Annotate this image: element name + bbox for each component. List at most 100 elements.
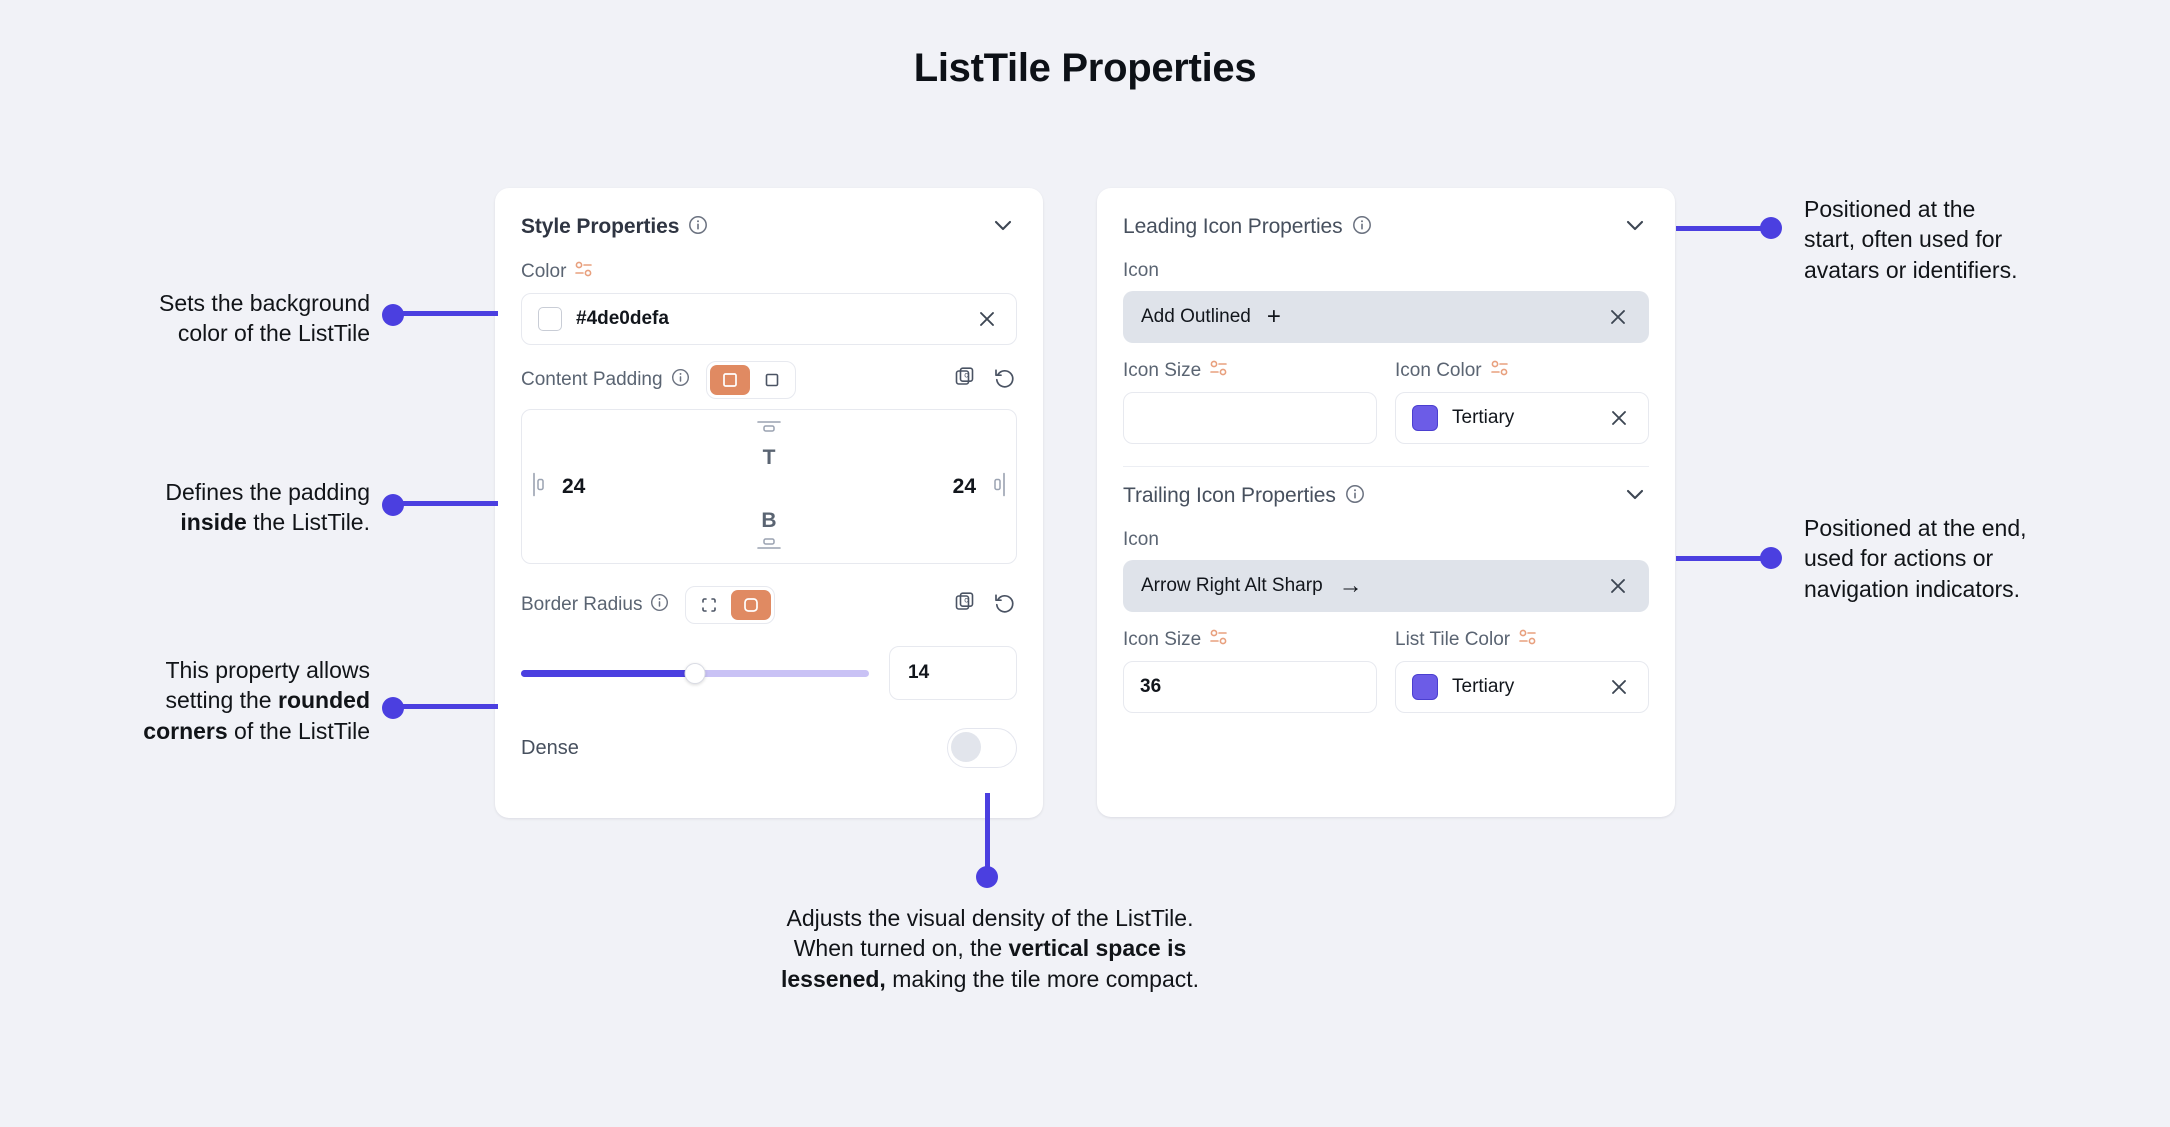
info-icon[interactable] <box>1352 215 1372 240</box>
annotation-dense-tail: making the tile more compact. <box>885 965 1200 992</box>
annotation-radius-bold2: corners <box>143 717 228 744</box>
content-padding-label: Content Padding <box>521 369 663 390</box>
trailing-icon-properties-header[interactable]: Trailing Icon Properties <box>1123 479 1649 513</box>
padding-mode-individual[interactable] <box>752 365 792 395</box>
leading-icon-properties-title: Leading Icon Properties <box>1123 215 1343 238</box>
padding-bottom-label: B <box>761 509 777 532</box>
trailing-icon-size-label: Icon Size <box>1123 629 1202 650</box>
padding-left-handle-icon[interactable] <box>532 471 546 502</box>
list-tile-color-swatch[interactable] <box>1412 674 1438 700</box>
annotation-connector-color <box>393 311 498 316</box>
slider-knob[interactable] <box>684 662 706 684</box>
padding-right-handle-icon[interactable] <box>992 471 1006 502</box>
chevron-down-icon[interactable] <box>1621 480 1649 513</box>
trailing-icon-properties-title: Trailing Icon Properties <box>1123 484 1336 507</box>
list-tile-color-input[interactable]: Tertiary <box>1395 661 1649 713</box>
svg-text:c: c <box>964 596 968 605</box>
annotation-trailing-line1: Positioned at the end, <box>1804 515 2027 541</box>
tune-icon[interactable] <box>1490 359 1510 383</box>
radius-mode-all-corners[interactable] <box>731 590 772 620</box>
annotation-dot-leading <box>1760 217 1782 239</box>
chevron-down-icon[interactable] <box>1621 211 1649 244</box>
info-icon[interactable] <box>650 593 669 618</box>
padding-mode-segmented-control[interactable] <box>705 361 796 399</box>
trailing-icon-sub-fields: Icon Size 36 List Tile Color Tertiary <box>1123 612 1649 713</box>
leading-icon-chip[interactable]: Add Outlined + <box>1123 291 1649 343</box>
color-label-row: Color <box>521 260 1017 284</box>
leading-icon-size-input[interactable] <box>1123 392 1377 444</box>
annotation-leading: Positioned at the start, often used for … <box>1804 194 2144 285</box>
copy-icon[interactable]: c <box>953 590 977 620</box>
annotation-trailing: Positioned at the end, used for actions … <box>1804 513 2144 604</box>
add-icon: + <box>1266 303 1281 330</box>
annotation-connector-padding <box>393 501 498 506</box>
color-input[interactable]: #4de0defa <box>521 293 1017 345</box>
tune-icon[interactable] <box>1209 628 1229 652</box>
leading-icon-field-label-row: Icon <box>1123 260 1649 282</box>
radius-mode-segmented-control[interactable] <box>685 586 776 624</box>
svg-text:c: c <box>964 371 968 380</box>
chevron-down-icon[interactable] <box>989 211 1017 244</box>
border-radius-value-input[interactable]: 14 <box>889 646 1017 700</box>
annotation-padding: Defines the padding inside the ListTile. <box>70 477 370 538</box>
clear-trailing-icon-icon[interactable] <box>1605 573 1631 599</box>
padding-visual-box[interactable]: T B 24 24 <box>521 409 1017 564</box>
annotation-radius-line1: This property allows <box>165 657 370 683</box>
leading-icon-color-input[interactable]: Tertiary <box>1395 392 1649 444</box>
border-radius-row: Border Radius c <box>521 586 1017 624</box>
trailing-icon-chip[interactable]: Arrow Right Alt Sharp → <box>1123 560 1649 612</box>
annotation-dense-line1: Adjusts the visual density of the ListTi… <box>786 905 1194 931</box>
color-label: Color <box>521 261 567 282</box>
leading-icon-size-label: Icon Size <box>1123 360 1202 381</box>
leading-icon-color-label: Icon Color <box>1395 360 1482 381</box>
tune-icon[interactable] <box>1518 628 1538 652</box>
clear-leading-icon-icon[interactable] <box>1605 304 1631 330</box>
style-properties-header[interactable]: Style Properties <box>521 210 1017 244</box>
border-radius-label: Border Radius <box>521 594 643 615</box>
tune-icon[interactable] <box>574 260 594 284</box>
padding-left-value[interactable]: 24 <box>562 475 585 499</box>
annotation-radius-bold1: rounded <box>278 687 370 714</box>
padding-mode-all-sides[interactable] <box>709 365 750 395</box>
clear-color-icon[interactable] <box>974 306 1000 332</box>
color-swatch[interactable] <box>538 307 562 331</box>
trailing-icon-size-value: 36 <box>1140 676 1162 697</box>
leading-icon-color-swatch[interactable] <box>1412 405 1438 431</box>
copy-icon[interactable]: c <box>953 365 977 395</box>
annotation-padding-line1: Defines the padding <box>165 479 370 505</box>
clear-list-tile-color-icon[interactable] <box>1606 674 1632 700</box>
leading-icon-sub-fields: Icon Size Icon Color Tertiary <box>1123 343 1649 444</box>
annotation-connector-radius <box>393 704 498 709</box>
annotation-dense-line3: lessened, making the tile more compact. <box>620 964 1360 994</box>
trailing-icon-size-label-row: Icon Size <box>1123 628 1377 652</box>
page-title: ListTile Properties <box>913 46 1257 90</box>
leading-icon-label: Icon <box>1123 260 1159 281</box>
leading-icon-value: Add Outlined <box>1141 306 1251 327</box>
annotation-radius-head: setting the <box>165 687 278 714</box>
content-padding-row: Content Padding c <box>521 361 1017 399</box>
info-icon[interactable] <box>1345 484 1365 509</box>
padding-right-value[interactable]: 24 <box>953 475 976 499</box>
arrow-right-icon: → <box>1338 572 1363 599</box>
clear-leading-icon-color-icon[interactable] <box>1606 405 1632 431</box>
padding-bottom-handle-icon[interactable] <box>756 536 782 555</box>
trailing-icon-value: Arrow Right Alt Sharp <box>1141 575 1323 596</box>
tune-icon[interactable] <box>1209 359 1229 383</box>
border-radius-slider[interactable] <box>521 661 869 685</box>
annotation-radius-line3: corners of the ListTile <box>60 716 370 746</box>
info-icon[interactable] <box>671 368 690 393</box>
annotation-color-line2: color of the ListTile <box>177 320 370 347</box>
reset-icon[interactable] <box>993 365 1017 395</box>
radius-mode-individual[interactable] <box>689 590 729 620</box>
trailing-icon-size-input[interactable]: 36 <box>1123 661 1377 713</box>
info-icon[interactable] <box>688 215 708 240</box>
dense-toggle[interactable] <box>947 728 1017 768</box>
leading-icon-properties-header[interactable]: Leading Icon Properties <box>1123 210 1649 244</box>
style-properties-title: Style Properties <box>521 215 680 238</box>
annotation-leading-line1: Positioned at the <box>1804 196 1976 222</box>
list-tile-color-value: Tertiary <box>1452 676 1515 697</box>
annotation-dense-head: When turned on, the <box>793 935 1009 962</box>
padding-top-handle-icon[interactable] <box>756 420 782 439</box>
leading-icon-size-label-row: Icon Size <box>1123 359 1377 383</box>
reset-icon[interactable] <box>993 590 1017 620</box>
